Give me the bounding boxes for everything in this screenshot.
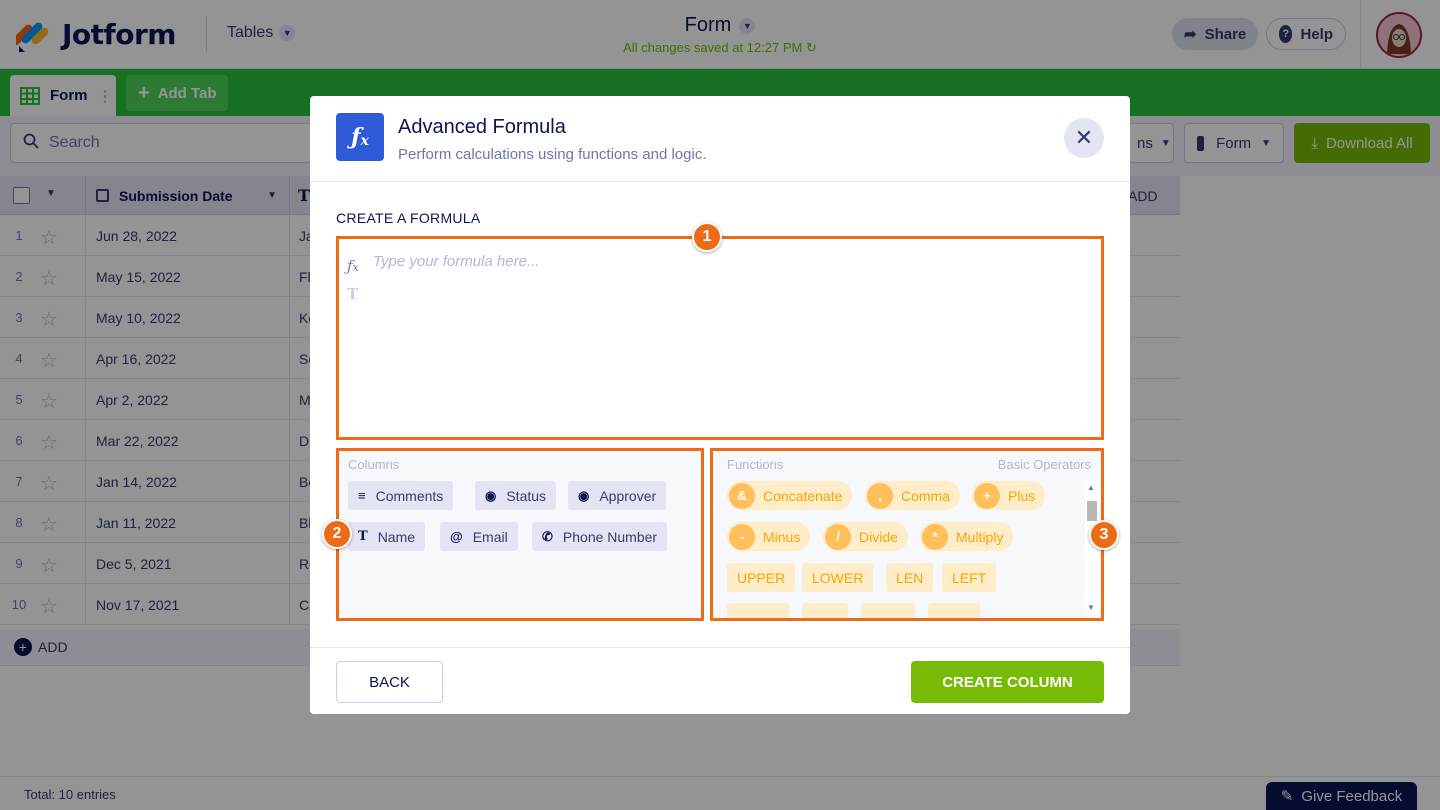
close-icon: ✕ [1074,125,1094,150]
back-button[interactable]: BACK [336,661,443,703]
operator-comma[interactable]: , Comma [865,481,961,510]
modal-subtitle: Perform calculations using functions and… [398,146,707,163]
function-chip-partial[interactable] [727,603,789,618]
operator-plus[interactable]: + Plus [972,481,1046,510]
column-chip-label: Comments [375,487,444,504]
annotation-marker-2: 2 [322,519,352,549]
functions-heading: Functions [727,457,784,472]
annotation-marker-3: 3 [1089,520,1119,550]
operator-minus[interactable]: - Minus [727,522,811,551]
annotation-marker-1: 1 [692,222,722,252]
operator-concatenate[interactable]: & Concatenate [727,481,853,510]
scroll-down-arrow-icon[interactable]: ▼ [1087,603,1095,612]
column-chip-label: Approver [599,487,657,504]
text-lines-icon: ≡ [358,488,366,503]
function-icon: ƒx [336,113,384,161]
column-chip-label: Name [377,528,416,545]
operator-label: Concatenate [763,487,843,504]
columns-panel: Columns ≡ Comments ◉ Status ◉ Approver T… [336,448,704,621]
function-label: UPPER [737,569,786,586]
column-chip-comments[interactable]: ≡ Comments [348,481,454,510]
column-chip-label: Status [506,487,547,504]
text-t-icon: T [347,285,359,303]
operator-symbol: , [867,482,893,509]
column-chip-status[interactable]: ◉ Status [475,481,557,510]
at-icon: @ [450,529,463,544]
operator-symbol: + [974,482,1000,509]
operator-label: Comma [901,487,951,504]
text-t-icon: T [358,529,368,544]
back-label: BACK [369,673,410,691]
tag-icon: ◉ [485,487,497,503]
functions-panel: Functions Basic Operators & Concatenate … [710,448,1104,621]
function-chip-partial[interactable] [861,603,915,618]
tag-icon: ◉ [578,487,590,503]
function-label: LEN [896,569,924,586]
operators-heading: Basic Operators [997,457,1091,472]
function-lower[interactable]: LOWER [802,563,874,592]
function-label: LEFT [952,569,987,586]
scroll-thumb[interactable] [1087,501,1097,521]
formula-editor[interactable]: ƒx T [336,236,1104,440]
operator-label: Divide [859,528,898,545]
modal-footer: BACK CREATE COLUMN [310,647,1130,714]
operator-divide[interactable]: / Divide [823,522,908,551]
advanced-formula-modal: ƒx Advanced Formula Perform calculations… [310,96,1130,714]
phone-icon: ✆ [542,528,553,544]
operator-label: Plus [1008,487,1036,504]
columns-heading: Columns [348,457,400,472]
function-left[interactable]: LEFT [942,563,997,592]
operator-symbol: - [729,523,755,550]
function-upper[interactable]: UPPER [727,563,796,592]
create-column-button[interactable]: CREATE COLUMN [911,661,1104,703]
create-formula-label: CREATE A FORMULA [336,210,481,226]
operator-symbol: * [922,523,948,550]
function-chip-partial[interactable] [802,603,848,618]
formula-input[interactable] [373,253,1073,270]
function-chip-partial[interactable] [928,603,980,618]
modal-title: Advanced Formula [398,116,566,138]
close-button[interactable]: ✕ [1064,118,1104,158]
operator-label: Minus [763,528,801,545]
column-chip-name[interactable]: T Name [348,522,426,551]
operator-symbol: / [825,523,851,550]
function-label: LOWER [812,569,864,586]
column-chip-email[interactable]: @ Email [440,522,518,551]
modal-header: ƒx Advanced Formula Perform calculations… [310,96,1130,182]
operator-multiply[interactable]: * Multiply [920,522,1014,551]
create-column-label: CREATE COLUMN [942,673,1073,691]
column-chip-phone[interactable]: ✆ Phone Number [532,522,668,551]
operator-label: Multiply [956,528,1004,545]
function-len[interactable]: LEN [886,563,934,592]
column-chip-approver[interactable]: ◉ Approver [568,481,667,510]
column-chip-label: Email [472,528,508,545]
scroll-up-arrow-icon[interactable]: ▲ [1087,483,1095,492]
operator-symbol: & [729,482,755,509]
column-chip-label: Phone Number [562,528,658,545]
function-icon: ƒx [347,257,359,275]
